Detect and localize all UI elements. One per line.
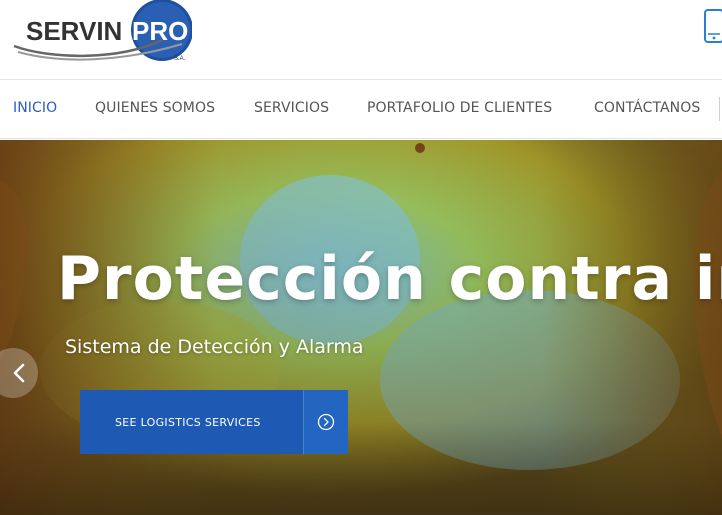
hero-slider: Protección contra incendios Sistema de D… [0,140,722,515]
see-logistics-services-button[interactable]: SEE LOGISTICS SERVICES [80,390,348,454]
logo-text-right: PRO [132,16,188,46]
hero-background-image [0,140,722,515]
hero-subtitle: Sistema de Detección y Alarma [65,336,364,358]
nav-item-servicios[interactable]: SERVICIOS [254,100,329,116]
chevron-left-icon [13,363,25,383]
nav-item-portafolio-de-clientes[interactable]: PORTAFOLIO DE CLIENTES [367,100,552,116]
mobile-phone-icon[interactable] [703,8,722,44]
cta-label: SEE LOGISTICS SERVICES [80,390,303,454]
site-header: SERVIN PRO S.A. [0,0,722,80]
logo-suffix: S.A. [174,56,186,62]
nav-item-inicio[interactable]: INICIO [13,100,57,116]
logo-text-left: SERVIN [26,16,122,46]
nav-item-contactanos[interactable]: CONTÁCTANOS [594,100,700,116]
servinpro-logo[interactable]: SERVIN PRO S.A. [12,0,192,66]
main-nav: INICIO QUIENES SOMOS SERVICIOS PORTAFOLI… [0,80,722,139]
nav-item-quienes-somos[interactable]: QUIENES SOMOS [95,100,215,116]
hero-title: Protección contra incendios [57,244,722,314]
nav-divider [719,97,720,121]
arrow-right-circle-icon [303,390,348,454]
